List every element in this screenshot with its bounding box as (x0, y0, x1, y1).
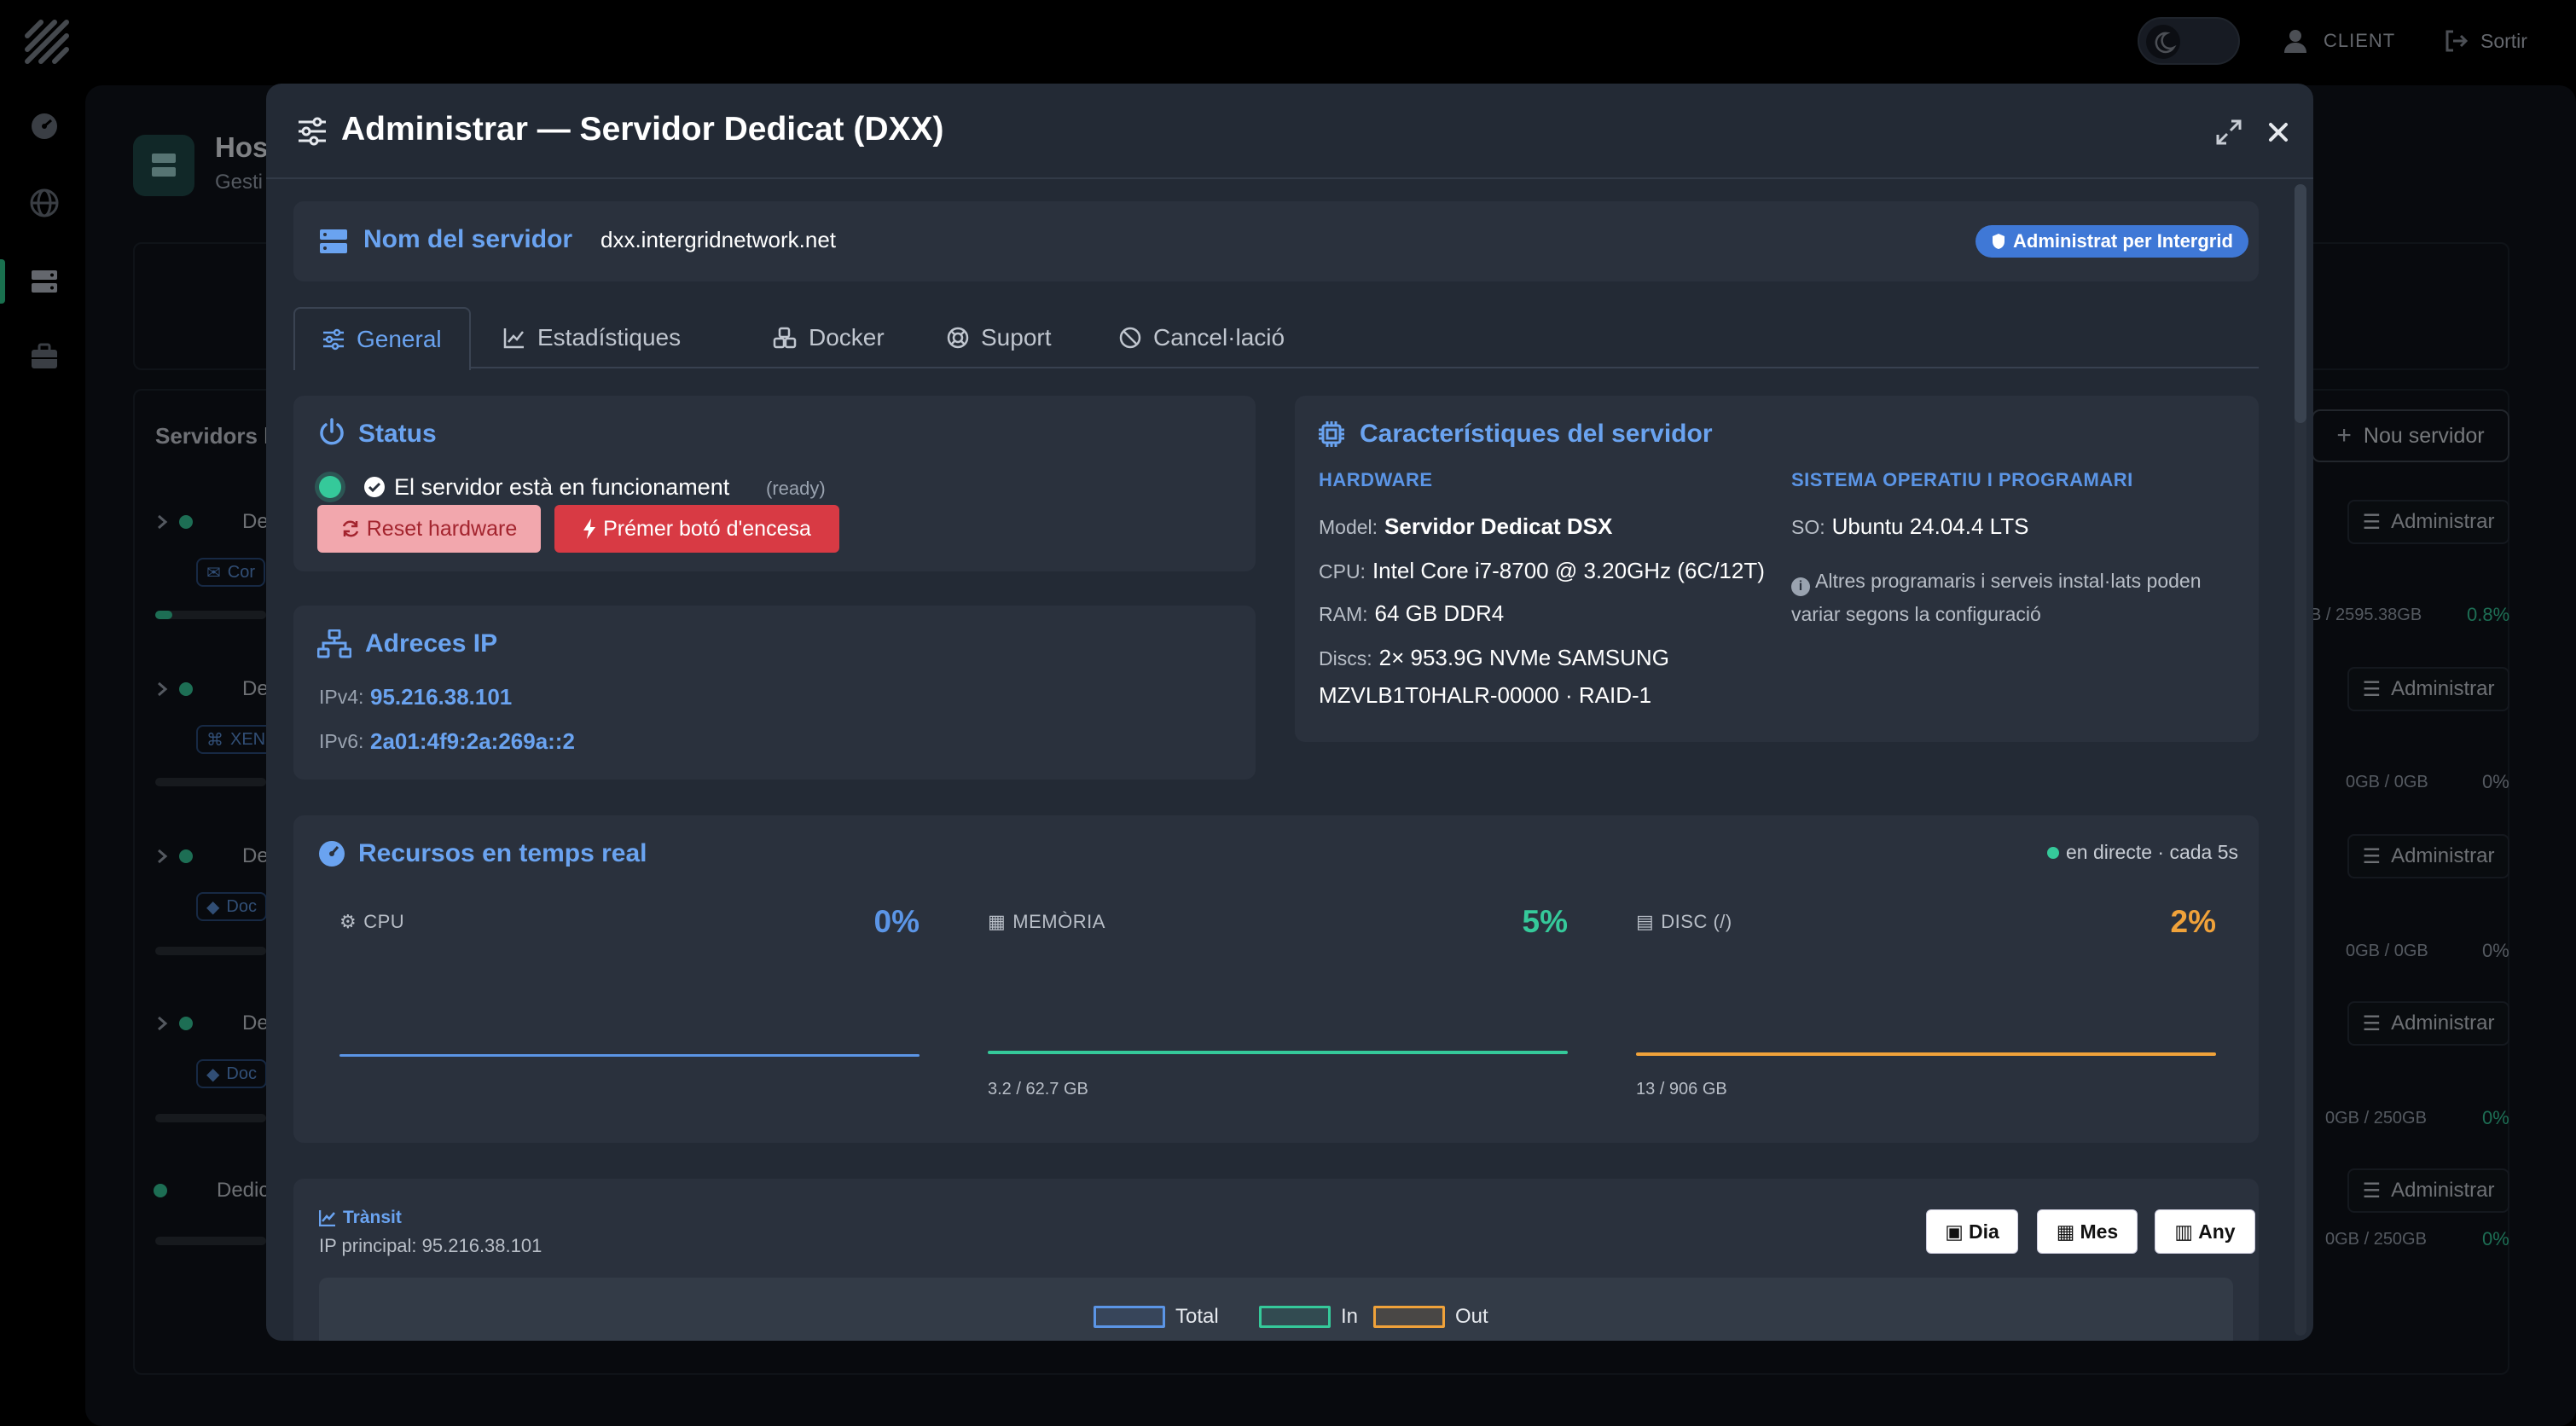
discs-line-2: MZVLB1T0HALR-00000 · RAID-1 (1319, 682, 1652, 708)
memory-icon: ▦ (988, 911, 1007, 932)
status-state: (ready) (766, 478, 826, 499)
bar-chart-icon: ▥ (2174, 1220, 2194, 1243)
disk-percent: 2% (2170, 904, 2216, 939)
server-name-label: Nom del servidor (363, 225, 573, 253)
range-month-button[interactable]: ▦ Mes (2037, 1209, 2138, 1254)
status-text: El servidor està en funcionament (394, 474, 730, 500)
os-line: SO: Ubuntu 24.04.4 LTS (1791, 513, 2029, 539)
status-panel: Status El servidor està en funcionament … (293, 396, 1256, 571)
microchip-icon (1317, 420, 1346, 449)
hard-drive-icon: ▤ (1636, 911, 1655, 932)
tab-support[interactable]: Suport (947, 307, 1052, 368)
gauge-icon (317, 839, 346, 868)
disk-detail: 13 / 906 GB (1636, 1080, 1727, 1098)
traffic-title: Trànsit (319, 1208, 402, 1228)
calendar-icon: ▣ (1945, 1220, 1964, 1243)
disk-label: ▤ DISC (/) (1636, 911, 1732, 932)
live-indicator: en directe · cada 5s (2047, 841, 2238, 864)
hardware-heading: HARDWARE (1319, 469, 1433, 490)
power-button[interactable]: Prémer botó d'encesa (554, 505, 839, 553)
range-day-button[interactable]: ▣ Dia (1926, 1209, 2018, 1254)
shield-icon (1991, 233, 2006, 250)
power-icon (317, 418, 346, 447)
tab-bar: General Estadístiques Docker Suport Canc… (293, 307, 2259, 370)
info-icon: i (1791, 577, 1810, 596)
status-dot (319, 476, 341, 498)
cpu-sparkline (339, 1054, 920, 1057)
memory-label: ▦ MEMÒRIA (988, 911, 1105, 932)
calendar-icon: ▦ (2056, 1220, 2075, 1243)
cpu-label: ⚙ CPU (339, 911, 405, 932)
close-icon[interactable] (2264, 118, 2293, 147)
cubes-icon (773, 327, 797, 349)
ban-icon (1119, 327, 1141, 349)
cpu-percent: 0% (873, 904, 920, 939)
server-name-panel: Nom del servidor dxx.intergridnetwork.ne… (293, 201, 2259, 281)
expand-icon[interactable] (2214, 118, 2243, 147)
ip-panel: Adreces IP IPv4: 95.216.38.101 IPv6: 2a0… (293, 606, 1256, 780)
legend-in[interactable]: In (1259, 1305, 1358, 1329)
ipv4-value[interactable]: 95.216.38.101 (370, 684, 512, 710)
features-panel: Característiques del servidor HARDWARE M… (1295, 396, 2259, 742)
cpu-line: CPU: Intel Core i7-8700 @ 3.20GHz (6C/12T… (1319, 558, 1765, 583)
software-note: i Altres programaris i serveis instal·lat… (1791, 570, 2202, 625)
server-icon (319, 227, 348, 256)
line-chart-icon (319, 1209, 336, 1226)
reset-hardware-button[interactable]: Reset hardware (317, 505, 541, 553)
range-year-button[interactable]: ▥ Any (2155, 1209, 2255, 1254)
check-circle-icon (363, 476, 386, 498)
legend-out[interactable]: Out (1373, 1305, 1488, 1329)
line-chart-icon (503, 327, 525, 349)
memory-sparkline (988, 1051, 1568, 1054)
server-name-value: dxx.intergridnetwork.net (600, 227, 837, 252)
resources-title: Recursos en temps real (358, 839, 647, 867)
bolt-icon (583, 519, 596, 539)
tab-docker[interactable]: Docker (773, 307, 885, 368)
os-heading: SISTEMA OPERATIU I PROGRAMARI (1791, 469, 2133, 490)
admin-modal: Administrar — Servidor Dedicat (DXX) Nom… (266, 84, 2313, 1341)
traffic-ip: IP principal: 95.216.38.101 (319, 1235, 542, 1256)
ipv4-key: IPv4: (319, 686, 364, 708)
live-dot (2047, 846, 2059, 859)
microchip-icon: ⚙ (339, 911, 357, 932)
lifebuoy-icon (947, 327, 969, 349)
sliders-icon (322, 328, 345, 351)
model-line: Model: Servidor Dedicat DSX (1319, 513, 1613, 539)
refresh-icon (341, 519, 360, 538)
managed-badge: Administrat per Intergrid (1976, 225, 2248, 258)
ram-line: RAM: 64 GB DDR4 (1319, 600, 1505, 626)
modal-scrollbar[interactable] (2295, 184, 2306, 1336)
tab-general[interactable]: General (293, 307, 471, 370)
memory-meter: ▦ MEMÒRIA 5% 3.2 / 62.7 GB (988, 904, 1568, 1098)
resources-panel: Recursos en temps real en directe · cada… (293, 815, 2259, 1143)
tab-statistics[interactable]: Estadístiques (503, 307, 681, 368)
disk-meter: ▤ DISC (/) 2% 13 / 906 GB (1636, 904, 2216, 1098)
ip-title: Adreces IP (365, 629, 498, 658)
network-icon (317, 629, 351, 658)
discs-line: Discs: 2× 953.9G NVMe SAMSUNG (1319, 645, 1669, 670)
sliders-icon (297, 116, 328, 147)
tab-cancellation[interactable]: Cancel·lació (1119, 307, 1285, 368)
features-title: Característiques del servidor (1360, 420, 1713, 448)
memory-detail: 3.2 / 62.7 GB (988, 1080, 1088, 1098)
memory-percent: 5% (1522, 904, 1568, 939)
disk-sparkline (1636, 1052, 2216, 1056)
modal-title: Administrar — Servidor Dedicat (DXX) (341, 111, 944, 148)
cpu-meter: ⚙ CPU 0% (339, 904, 920, 1092)
ipv6-value[interactable]: 2a01:4f9:2a:269a::2 (370, 728, 575, 755)
ipv6-key: IPv6: (319, 730, 364, 752)
status-title: Status (358, 420, 437, 448)
traffic-panel: Trànsit IP principal: 95.216.38.101 ▣ Dia… (293, 1179, 2259, 1341)
legend-total[interactable]: Total (1094, 1305, 1219, 1329)
traffic-chart: Total In Out (319, 1278, 2233, 1341)
